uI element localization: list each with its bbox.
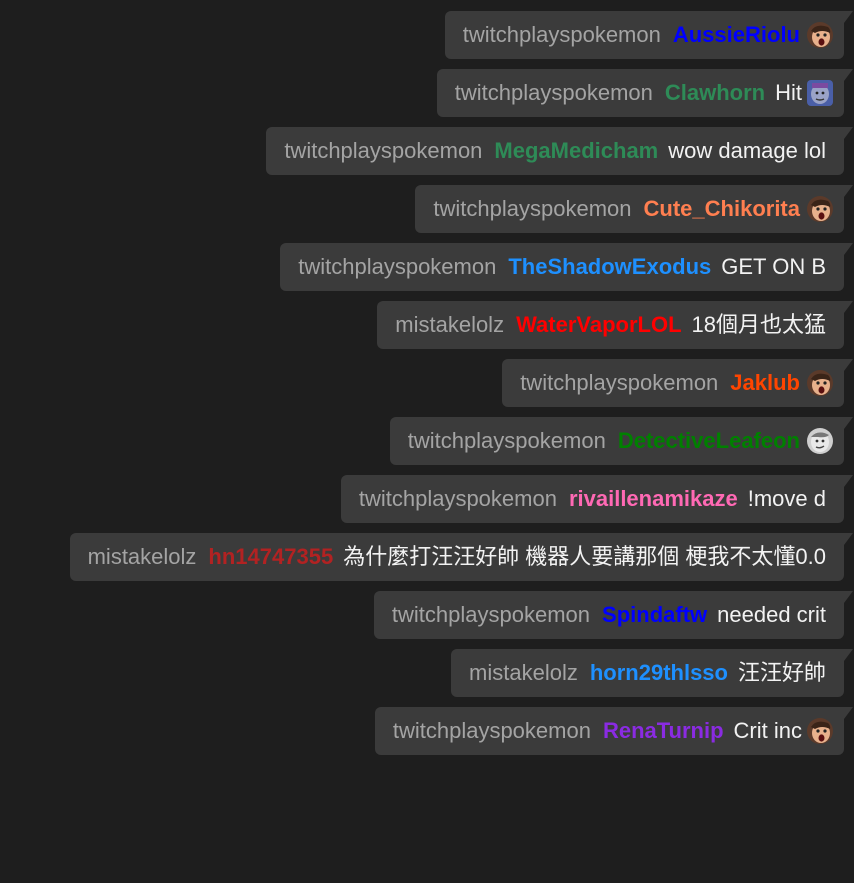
message-text: Hit bbox=[775, 80, 802, 105]
message-text: needed crit bbox=[717, 602, 826, 627]
channel-name[interactable]: twitchplayspokemon bbox=[359, 475, 557, 523]
message-text: !move d bbox=[747, 486, 826, 511]
chat-message: twitchplayspokemon MegaMedicham wow dama… bbox=[266, 127, 853, 175]
username[interactable]: TheShadowExodus bbox=[508, 243, 711, 291]
chat-message: mistakelolz hn14747355 為什麼打汪汪好帥 機器人要講那個 … bbox=[69, 533, 854, 581]
chat-log: twitchplayspokemon AussieRiolu twitchpla… bbox=[4, 11, 854, 765]
channel-name[interactable]: twitchplayspokemon bbox=[433, 185, 631, 233]
chat-message: twitchplayspokemon rivaillenamikaze !mov… bbox=[340, 475, 854, 523]
chat-message: twitchplayspokemon Spindaftw needed crit bbox=[373, 591, 854, 639]
chat-message: mistakelolz horn29thlsso 汪汪好帥 bbox=[451, 649, 853, 697]
username[interactable]: RenaTurnip bbox=[603, 707, 724, 755]
username[interactable]: WaterVaporLOL bbox=[516, 301, 681, 349]
pogchamp-icon bbox=[806, 21, 834, 49]
kappa-pride-icon bbox=[806, 79, 834, 107]
chat-message: mistakelolz WaterVaporLOL 18個月也太猛 bbox=[377, 301, 853, 349]
username[interactable]: Spindaftw bbox=[602, 591, 707, 639]
channel-name[interactable]: mistakelolz bbox=[395, 301, 504, 349]
channel-name[interactable]: twitchplayspokemon bbox=[284, 127, 482, 175]
pogchamp-icon bbox=[806, 369, 834, 397]
username[interactable]: rivaillenamikaze bbox=[569, 475, 738, 523]
message-text: wow damage lol bbox=[668, 138, 826, 163]
message-text: 為什麼打汪汪好帥 機器人要講那個 梗我不太懂0.0 bbox=[343, 544, 826, 569]
channel-name[interactable]: twitchplayspokemon bbox=[520, 359, 718, 407]
username[interactable]: Clawhorn bbox=[665, 69, 765, 117]
channel-name[interactable]: twitchplayspokemon bbox=[393, 707, 591, 755]
chat-message: twitchplayspokemon TheShadowExodus GET O… bbox=[280, 243, 853, 291]
pogchamp-icon bbox=[806, 717, 834, 745]
pogchamp-icon bbox=[806, 195, 834, 223]
chat-message: twitchplayspokemon Cute_Chikorita bbox=[415, 185, 853, 233]
channel-name[interactable]: twitchplayspokemon bbox=[298, 243, 496, 291]
channel-name[interactable]: mistakelolz bbox=[469, 649, 578, 697]
channel-name[interactable]: twitchplayspokemon bbox=[408, 417, 606, 465]
channel-name[interactable]: twitchplayspokemon bbox=[463, 11, 661, 59]
username[interactable]: AussieRiolu bbox=[673, 11, 800, 59]
chat-message: twitchplayspokemon RenaTurnip Crit inc bbox=[374, 707, 854, 755]
chat-message: twitchplayspokemon AussieRiolu bbox=[444, 11, 854, 59]
username[interactable]: DetectiveLeafeon bbox=[618, 417, 800, 465]
username[interactable]: Jaklub bbox=[730, 359, 800, 407]
kappa-icon bbox=[806, 427, 834, 455]
channel-name[interactable]: mistakelolz bbox=[88, 533, 197, 581]
message-text: 汪汪好帥 bbox=[737, 660, 826, 685]
message-text: Crit inc bbox=[733, 718, 802, 743]
username[interactable]: MegaMedicham bbox=[494, 127, 658, 175]
username[interactable]: Cute_Chikorita bbox=[644, 185, 800, 233]
message-text: 18個月也太猛 bbox=[691, 312, 826, 337]
chat-message: twitchplayspokemon DetectiveLeafeon bbox=[389, 417, 854, 465]
channel-name[interactable]: twitchplayspokemon bbox=[392, 591, 590, 639]
username[interactable]: horn29thlsso bbox=[590, 649, 728, 697]
chat-message: twitchplayspokemon Jaklub bbox=[502, 359, 853, 407]
channel-name[interactable]: twitchplayspokemon bbox=[455, 69, 653, 117]
username[interactable]: hn14747355 bbox=[208, 533, 333, 581]
chat-message: twitchplayspokemon Clawhorn Hit bbox=[436, 69, 854, 117]
message-text: GET ON B bbox=[721, 254, 826, 279]
